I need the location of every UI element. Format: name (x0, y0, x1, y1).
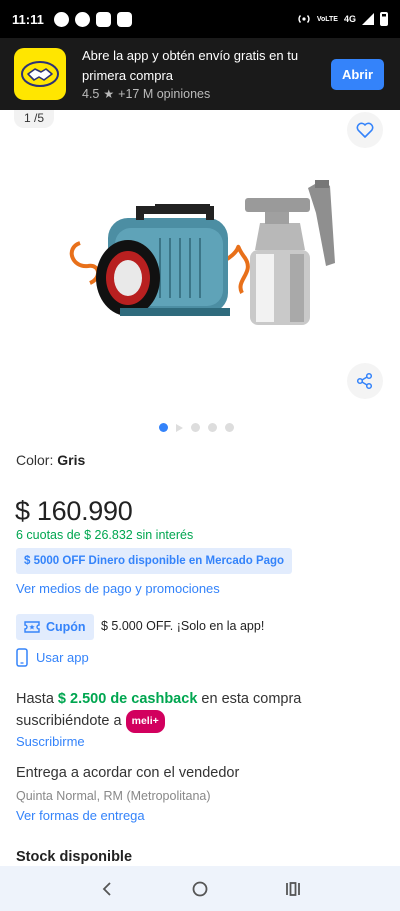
share-button[interactable] (347, 363, 383, 399)
system-indicators: VoLTE 4G (297, 12, 388, 26)
pagination-dot-active[interactable] (159, 423, 168, 432)
pagination-dot[interactable] (191, 423, 200, 432)
heart-icon (356, 122, 374, 138)
volte-indicator: VoLTE (316, 15, 338, 23)
banner-rating: 4.5 ★ +17 M opiniones (82, 87, 210, 101)
star-icon: ★ (103, 87, 115, 101)
rating-value: 4.5 (82, 87, 100, 101)
delivery-location: Quinta Normal, RM (Metropolitana) (16, 789, 211, 803)
app-notification-icon (116, 11, 132, 27)
use-app-link[interactable]: Usar app (16, 648, 89, 667)
pagination-dot[interactable] (208, 423, 217, 432)
share-icon (356, 372, 373, 390)
color-label: Color: (16, 452, 58, 468)
signal-icon (362, 13, 374, 25)
cashback-prefix: Hasta (16, 691, 58, 707)
cashback-amount: $ 2.500 de cashback (57, 691, 198, 707)
subscribe-link[interactable]: Suscribirme (16, 734, 85, 749)
color-selector[interactable]: Color: Gris (16, 452, 85, 468)
status-time: 11:11 (12, 11, 44, 27)
payment-methods-link[interactable]: Ver medios de pago y promociones (16, 581, 220, 596)
coupon-badge[interactable]: Cupón (16, 614, 94, 640)
whatsapp-icon (53, 11, 69, 27)
open-app-button[interactable]: Abrir (331, 59, 384, 90)
banner-title: Abre la app y obtén envío gratis en tu p… (82, 48, 299, 83)
instagram-icon (95, 11, 111, 27)
notification-icons (53, 11, 132, 27)
image-counter: 1 /5 (14, 110, 55, 128)
favorite-button[interactable] (347, 112, 383, 148)
pagination-video-indicator[interactable] (176, 423, 183, 432)
installments-text: 6 cuotas de $ 26.832 sin interés (16, 528, 194, 542)
coupon-icon (24, 621, 40, 633)
system-navigation-bar (0, 866, 400, 911)
app-install-banner: Abre la app y obtén envío gratis en tu p… (0, 38, 400, 110)
coupon-label: Cupón (46, 620, 86, 634)
recent-apps-icon[interactable] (278, 874, 308, 904)
home-icon[interactable] (185, 874, 215, 904)
delivery-options-link[interactable]: Ver formas de entrega (16, 808, 145, 823)
smartphone-icon (16, 648, 28, 667)
meli-plus-badge: meli+ (125, 710, 165, 733)
use-app-label: Usar app (36, 650, 89, 665)
coupon-description: $ 5.000 OFF. ¡Solo en la app! (101, 619, 265, 633)
delivery-title: Entrega a acordar con el vendedor (16, 765, 240, 781)
mercado-pago-promo-badge: $ 5000 OFF Dinero disponible en Mercado … (16, 548, 293, 574)
stock-status: Stock disponible (16, 849, 133, 865)
product-price: $ 160.990 (15, 496, 133, 526)
facebook-icon (74, 11, 90, 27)
pagination-dot[interactable] (225, 423, 234, 432)
status-bar: 11:11 VoLTE 4G (0, 0, 400, 38)
handshake-icon (21, 61, 59, 87)
hotspot-icon (298, 15, 310, 23)
back-icon[interactable] (92, 874, 122, 904)
cashback-text: Hasta $ 2.500 de cashback en esta compra… (16, 689, 346, 733)
gallery-pagination[interactable] (159, 423, 234, 432)
network-indicator: 4G (343, 14, 356, 24)
review-count: +17 M opiniones (118, 87, 211, 101)
product-image[interactable] (60, 168, 350, 338)
battery-icon (380, 12, 388, 26)
color-value: Gris (57, 452, 86, 468)
mercadolibre-logo (14, 48, 66, 100)
